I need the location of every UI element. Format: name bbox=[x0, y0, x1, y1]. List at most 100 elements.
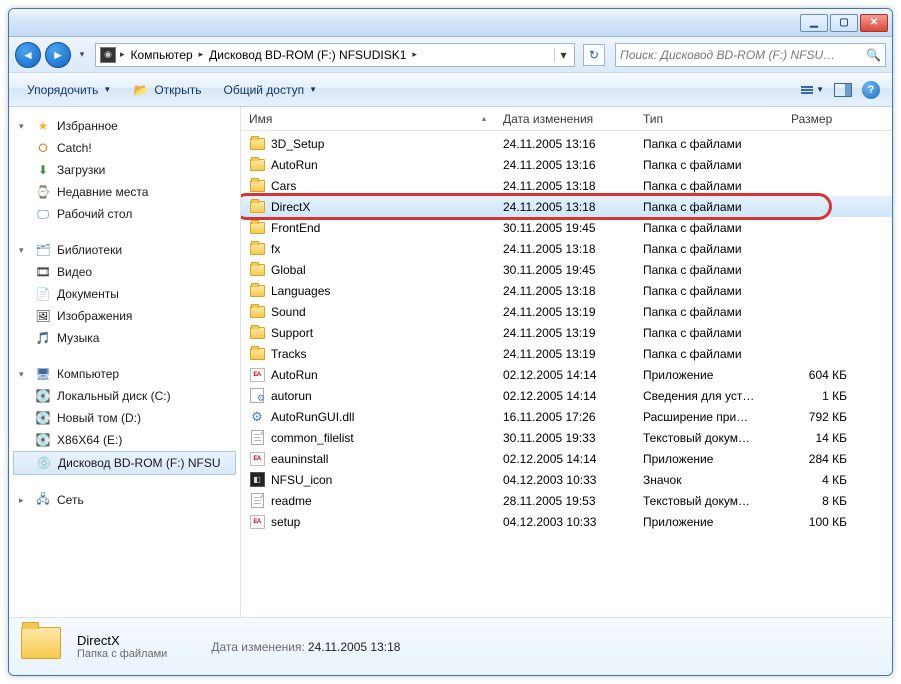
file-row[interactable]: Global30.11.2005 19:45Папка с файлами bbox=[241, 259, 892, 280]
chevron-down-icon: ▼ bbox=[103, 85, 111, 94]
file-date: 24.11.2005 13:18 bbox=[495, 179, 635, 193]
file-row[interactable]: Tracks24.11.2005 13:19Папка с файлами bbox=[241, 343, 892, 364]
breadcrumb-dropdown[interactable]: ▾ bbox=[554, 48, 572, 62]
breadcrumb[interactable]: ◉ ▸ Компьютер ▸ Дисковод BD-ROM (F:) NFS… bbox=[95, 43, 575, 67]
sidebar-item-documents[interactable]: 📄Документы bbox=[13, 283, 236, 305]
open-button[interactable]: 📂Открыть bbox=[123, 78, 211, 102]
file-name: AutoRun bbox=[271, 158, 318, 172]
drive-icon: 💽 bbox=[35, 432, 51, 448]
body: ▾★Избранное ⭘Catch! ⬇Загрузки ⌚Недавние … bbox=[9, 107, 892, 617]
network-icon: 🖧 bbox=[35, 492, 51, 508]
file-name: DirectX bbox=[271, 200, 310, 214]
file-row[interactable]: fx24.11.2005 13:18Папка с файлами bbox=[241, 238, 892, 259]
view-options-button[interactable]: ▼ bbox=[797, 83, 828, 96]
folder-icon bbox=[249, 241, 265, 257]
file-row[interactable]: autorun02.12.2005 14:14Сведения для уст…… bbox=[241, 385, 892, 406]
breadcrumb-segment[interactable]: Дисковод BD-ROM (F:) NFSUDISK1 bbox=[205, 48, 410, 62]
file-row[interactable]: Sound24.11.2005 13:19Папка с файлами bbox=[241, 301, 892, 322]
preview-pane-button[interactable] bbox=[830, 81, 856, 99]
details-date-label: Дата изменения: bbox=[211, 640, 305, 654]
sidebar-item-drive-f[interactable]: 💿Дисковод BD-ROM (F:) NFSU bbox=[13, 451, 236, 475]
sidebar-item-drive-e[interactable]: 💽X86X64 (E:) bbox=[13, 429, 236, 451]
file-type: Текстовый докум… bbox=[635, 494, 783, 508]
file-list-body[interactable]: 3D_Setup24.11.2005 13:16Папка с файламиA… bbox=[241, 131, 892, 617]
favorites-header[interactable]: ▾★Избранное bbox=[13, 115, 236, 137]
file-row[interactable]: EAAutoRun02.12.2005 14:14Приложение604 К… bbox=[241, 364, 892, 385]
sidebar-item-downloads[interactable]: ⬇Загрузки bbox=[13, 159, 236, 181]
file-row[interactable]: Support24.11.2005 13:19Папка с файлами bbox=[241, 322, 892, 343]
file-row[interactable]: Languages24.11.2005 13:18Папка с файлами bbox=[241, 280, 892, 301]
column-size[interactable]: Размер bbox=[783, 112, 855, 126]
file-date: 24.11.2005 13:16 bbox=[495, 137, 635, 151]
recent-icon: ⌚ bbox=[35, 184, 51, 200]
sidebar-item-drive-c[interactable]: 💽Локальный диск (C:) bbox=[13, 385, 236, 407]
text-file-icon bbox=[249, 430, 265, 446]
file-date: 02.12.2005 14:14 bbox=[495, 389, 635, 403]
close-button[interactable]: ✕ bbox=[860, 14, 888, 32]
maximize-button[interactable]: ▢ bbox=[830, 14, 858, 32]
file-date: 02.12.2005 14:14 bbox=[495, 368, 635, 382]
file-row[interactable]: EAeauninstall02.12.2005 14:14Приложение2… bbox=[241, 448, 892, 469]
network-header[interactable]: ▸🖧Сеть bbox=[13, 489, 236, 511]
libraries-icon: 🗂 bbox=[35, 242, 51, 258]
file-size: 100 КБ bbox=[783, 515, 855, 529]
sidebar-item-desktop[interactable]: 🖵Рабочий стол bbox=[13, 203, 236, 225]
file-name: eauninstall bbox=[271, 452, 328, 466]
chevron-right-icon[interactable]: ▸ bbox=[410, 49, 419, 60]
search-input[interactable]: Поиск: Дисковод BD-ROM (F:) NFSU… 🔍 bbox=[615, 43, 886, 67]
file-type: Папка с файлами bbox=[635, 305, 783, 319]
file-row[interactable]: ⚙AutoRunGUI.dll16.11.2005 17:26Расширени… bbox=[241, 406, 892, 427]
file-row[interactable]: AutoRun24.11.2005 13:16Папка с файлами bbox=[241, 154, 892, 175]
sort-indicator-icon: ▴ bbox=[482, 114, 486, 123]
chevron-right-icon[interactable]: ▸ bbox=[197, 49, 206, 60]
file-type: Папка с файлами bbox=[635, 200, 783, 214]
file-type: Приложение bbox=[635, 452, 783, 466]
file-row[interactable]: ◧NFSU_icon04.12.2003 10:33Значок4 КБ bbox=[241, 469, 892, 490]
share-button[interactable]: Общий доступ ▼ bbox=[213, 79, 327, 101]
file-row[interactable]: FrontEnd30.11.2005 19:45Папка с файлами bbox=[241, 217, 892, 238]
column-name[interactable]: Имя▴ bbox=[241, 112, 495, 126]
file-row[interactable]: DirectX24.11.2005 13:18Папка с файлами bbox=[241, 196, 892, 217]
file-row[interactable]: Cars24.11.2005 13:18Папка с файлами bbox=[241, 175, 892, 196]
file-row[interactable]: 3D_Setup24.11.2005 13:16Папка с файлами bbox=[241, 133, 892, 154]
file-row[interactable]: readme28.11.2005 19:53Текстовый докум…8 … bbox=[241, 490, 892, 511]
chevron-right-icon[interactable]: ▸ bbox=[118, 49, 127, 60]
breadcrumb-segment[interactable]: Компьютер bbox=[127, 48, 197, 62]
file-row[interactable]: EAsetup04.12.2003 10:33Приложение100 КБ bbox=[241, 511, 892, 532]
file-type: Папка с файлами bbox=[635, 221, 783, 235]
file-type: Папка с файлами bbox=[635, 326, 783, 340]
refresh-button[interactable]: ↻ bbox=[583, 44, 605, 66]
help-button[interactable]: ? bbox=[858, 79, 884, 101]
file-name: readme bbox=[271, 494, 312, 508]
computer-header[interactable]: ▾🖥Компьютер bbox=[13, 363, 236, 385]
arrow-left-icon: ◄ bbox=[22, 48, 34, 62]
sidebar-item-pictures[interactable]: 🖼Изображения bbox=[13, 305, 236, 327]
history-dropdown[interactable]: ▾ bbox=[75, 48, 89, 62]
file-type: Папка с файлами bbox=[635, 137, 783, 151]
column-date[interactable]: Дата изменения bbox=[495, 112, 635, 126]
file-date: 30.11.2005 19:45 bbox=[495, 221, 635, 235]
file-name: AutoRun bbox=[271, 368, 318, 382]
file-row[interactable]: common_filelist30.11.2005 19:33Текстовый… bbox=[241, 427, 892, 448]
libraries-header[interactable]: ▾🗂Библиотеки bbox=[13, 239, 236, 261]
download-icon: ⬇ bbox=[35, 162, 51, 178]
libraries-group: ▾🗂Библиотеки 🎞Видео 📄Документы 🖼Изображе… bbox=[13, 239, 236, 349]
file-date: 28.11.2005 19:53 bbox=[495, 494, 635, 508]
computer-icon: 🖥 bbox=[35, 366, 51, 382]
sidebar-item-videos[interactable]: 🎞Видео bbox=[13, 261, 236, 283]
video-icon: 🎞 bbox=[35, 264, 51, 280]
sidebar-item-recent[interactable]: ⌚Недавние места bbox=[13, 181, 236, 203]
column-type[interactable]: Тип bbox=[635, 112, 783, 126]
search-icon: 🔍 bbox=[866, 48, 881, 62]
navbar: ◄ ► ▾ ◉ ▸ Компьютер ▸ Дисковод BD-ROM (F… bbox=[9, 37, 892, 73]
sidebar-item-drive-d[interactable]: 💽Новый том (D:) bbox=[13, 407, 236, 429]
forward-button[interactable]: ► bbox=[45, 42, 71, 68]
file-date: 24.11.2005 13:19 bbox=[495, 347, 635, 361]
sidebar-item-music[interactable]: 🎵Музыка bbox=[13, 327, 236, 349]
sidebar-item-catch[interactable]: ⭘Catch! bbox=[13, 137, 236, 159]
organize-button[interactable]: Упорядочить ▼ bbox=[17, 79, 121, 101]
ea-app-icon: EA bbox=[249, 514, 265, 530]
minimize-button[interactable]: ▁ bbox=[800, 14, 828, 32]
back-button[interactable]: ◄ bbox=[15, 42, 41, 68]
file-type: Папка с файлами bbox=[635, 179, 783, 193]
